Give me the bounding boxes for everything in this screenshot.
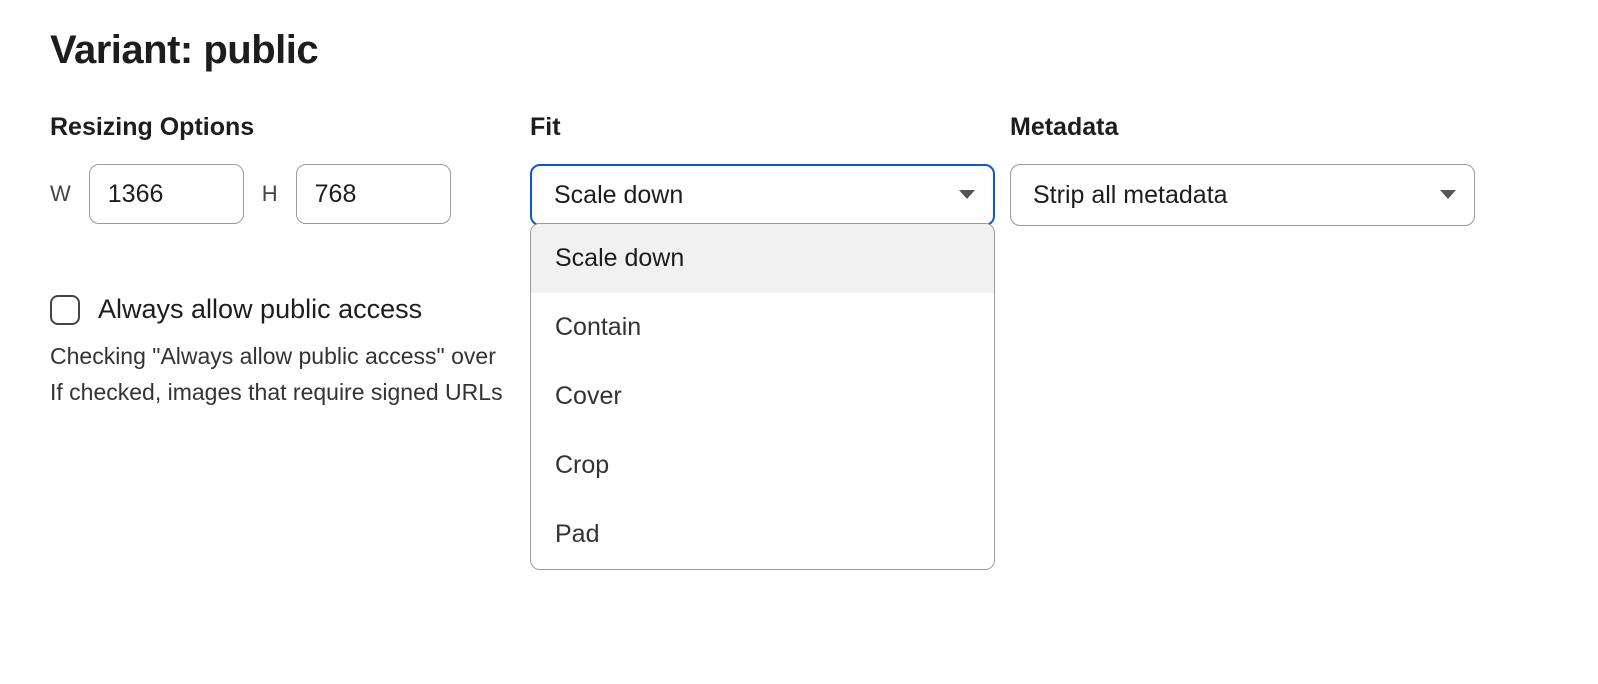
fit-option-scale-down[interactable]: Scale down <box>531 224 994 293</box>
fit-option-cover[interactable]: Cover <box>531 362 994 431</box>
fit-option-contain[interactable]: Contain <box>531 293 994 362</box>
resizing-label: Resizing Options <box>50 113 530 142</box>
fit-section: Fit Scale down Scale down Contain Cover … <box>530 113 1010 226</box>
fit-option-crop[interactable]: Crop <box>531 431 994 500</box>
width-label: W <box>50 181 71 207</box>
fit-option-pad[interactable]: Pad <box>531 500 994 569</box>
chevron-down-icon <box>1440 190 1456 199</box>
chevron-down-icon <box>959 190 975 199</box>
metadata-select[interactable]: Strip all metadata <box>1010 164 1475 226</box>
metadata-selected-value: Strip all metadata <box>1033 181 1228 210</box>
height-input[interactable] <box>296 164 451 224</box>
public-access-checkbox[interactable] <box>50 295 80 325</box>
width-input[interactable] <box>89 164 244 224</box>
metadata-section: Metadata Strip all metadata <box>1010 113 1490 226</box>
public-access-label: Always allow public access <box>98 294 422 325</box>
fit-select[interactable]: Scale down <box>530 164 995 226</box>
resizing-section: Resizing Options W H Always allow public… <box>50 113 530 410</box>
page-title: Variant: public <box>50 28 1548 73</box>
height-label: H <box>262 181 278 207</box>
public-access-help: Checking "Always allow public access" ov… <box>50 339 530 410</box>
fit-label: Fit <box>530 113 1010 142</box>
fit-selected-value: Scale down <box>554 181 683 210</box>
fit-dropdown: Scale down Contain Cover Crop Pad <box>530 223 995 570</box>
metadata-label: Metadata <box>1010 113 1490 142</box>
